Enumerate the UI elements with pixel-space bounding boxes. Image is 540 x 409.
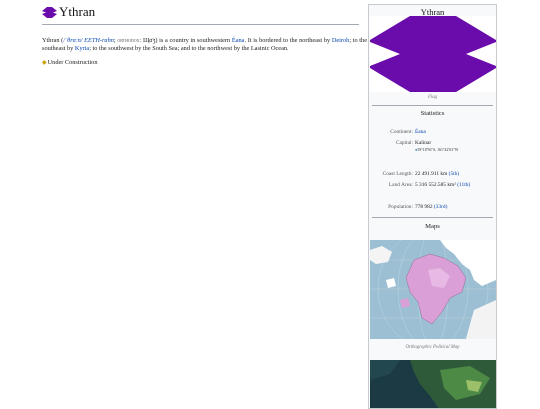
population-value: 778 982 [415,204,433,210]
coords-text: 59°18′56″S, 161°42′03″W [417,148,459,152]
link-eana[interactable]: Éana [232,37,245,44]
population-value-group: 778 982 (33rd) [415,204,447,210]
construction-dot-icon: ◆ [42,60,47,66]
map1-caption: Orthographic Political Map [405,345,460,350]
maps-heading: Maps [425,223,440,230]
flag-caption: Flag [427,95,438,100]
area-rank-link[interactable]: (11th) [457,182,470,188]
ipa-link[interactable]: /ˈθrɑːn/ [63,37,82,44]
capital-value: Kalinar [415,140,432,146]
orthographic-political-map[interactable] [370,240,496,339]
capital-label: Capital: [395,140,413,146]
lead-body-2: . It is bordered to the northeast by [244,37,332,44]
flag-icon [42,6,57,18]
page-title: Ythran [59,4,96,19]
continent-link[interactable]: Éana [415,129,426,135]
construction-notice: ◆ Under Construction [42,59,97,66]
terrain-map[interactable] [370,360,496,409]
coast-value: 22 491.911 km [415,171,448,177]
population-rank-link[interactable]: (33rd) [434,204,447,210]
area-value: 5 316 552.585 km² [415,182,456,188]
lead-body-4: ; to the southwest by the South Sea; and… [89,45,289,52]
population-label: Population: [388,204,413,210]
coast-value-group: 22 491.911 km (5th) [415,171,459,177]
notice-text: Under Construction [47,59,98,66]
coast-label: Coast Length: [382,171,413,177]
capital-coordinates[interactable]: ●59°18′56″S, 161°42′03″W [415,148,459,152]
link-kyria[interactable]: Kyria [75,45,89,52]
infobox-divider [372,105,493,106]
lead-paragraph: Ythran (/ˈθrɑːn/ EETH-rahn; orthodox: Щɑ… [42,37,367,53]
orthodox-label: orthodox: [117,37,142,44]
native-name: Щɑ̈ʒ [141,37,156,44]
area-label: Land Area: [388,182,413,188]
coast-rank-link[interactable]: (5th) [449,171,459,177]
lead-body-1: ) is a country in southwestern [155,37,232,44]
area-value-group: 5 316 552.585 km² (11th) [415,182,470,188]
infobox-divider [372,217,493,218]
flag-image[interactable] [370,16,496,92]
lead-name: Ythran [42,37,60,44]
title-divider [42,24,359,25]
infobox: Ythran Flag Statistics Continent: Éana C… [368,4,497,409]
statistics-heading: Statistics [420,110,445,117]
continent-label: Continent: [390,129,413,135]
respelling-link[interactable]: EETH-rahn [84,37,114,44]
link-deiroh[interactable]: Deiroh [332,37,350,44]
page-title-row: Ythran [42,4,95,20]
